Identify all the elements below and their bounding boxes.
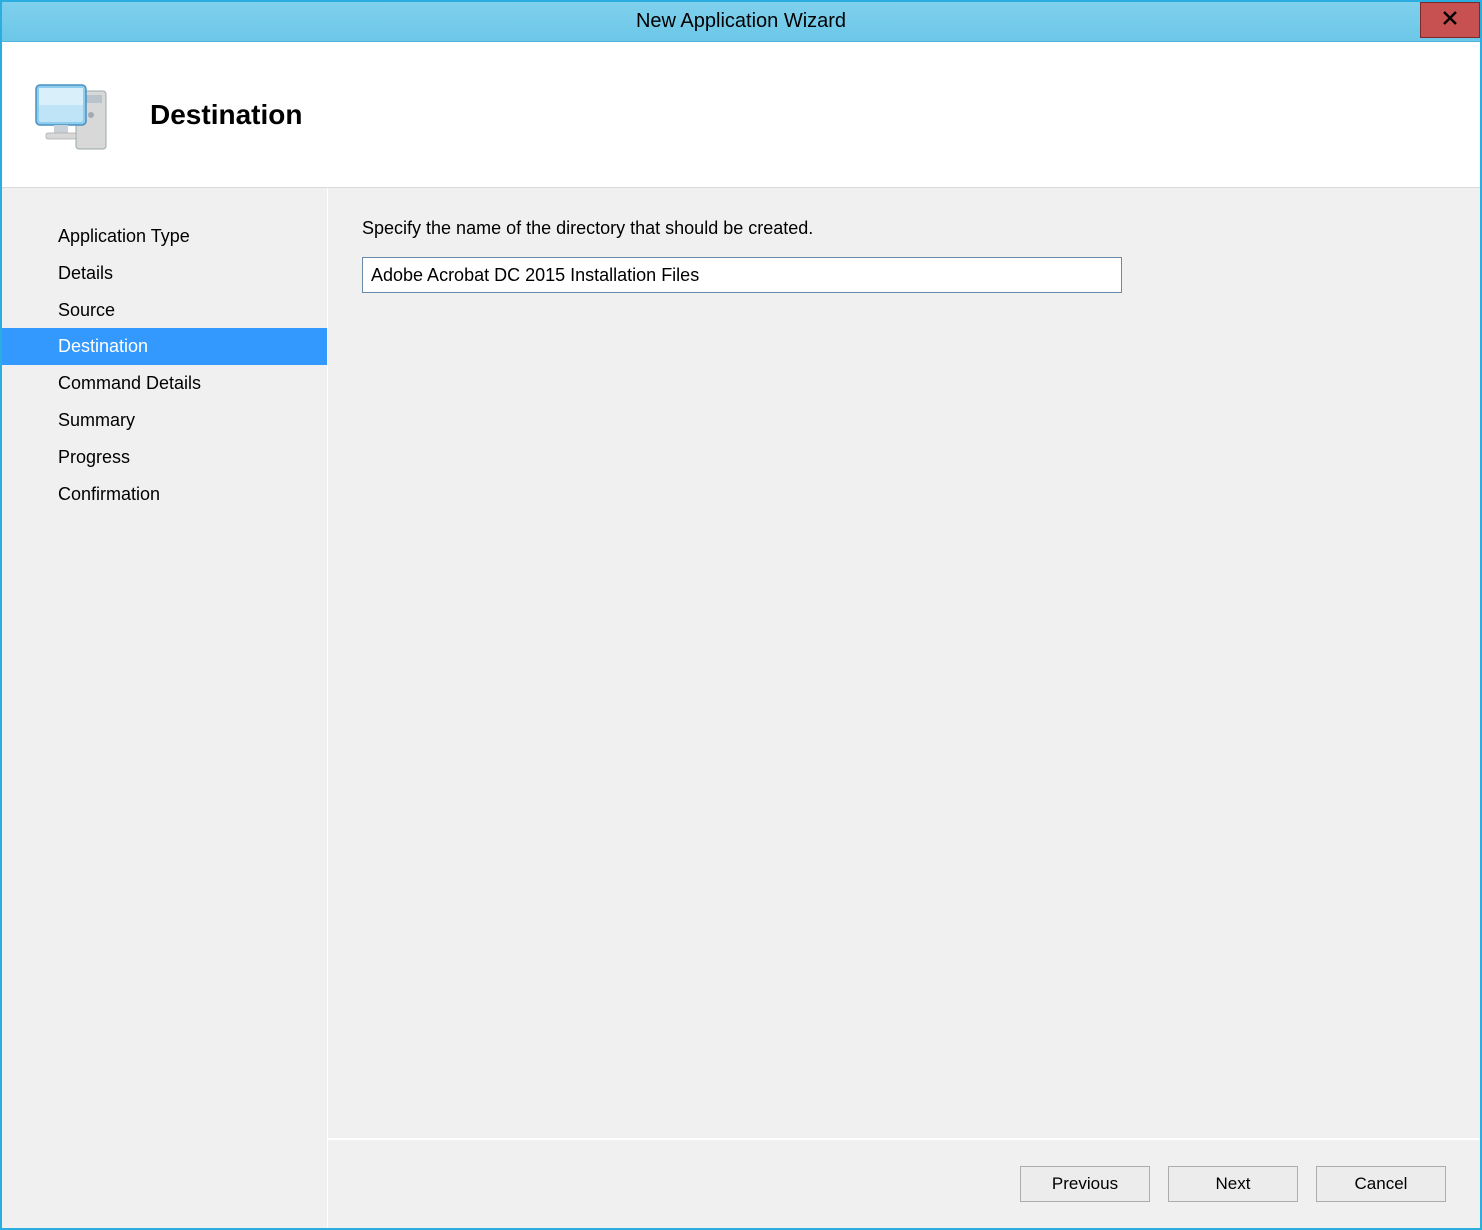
wizard-steps-sidebar: Application Type Details Source Destinat…: [2, 188, 328, 1228]
step-command-details[interactable]: Command Details: [2, 365, 327, 402]
wizard-window: New Application Wizard Destination Appli…: [0, 0, 1482, 1230]
next-button[interactable]: Next: [1168, 1166, 1298, 1202]
page-title: Destination: [150, 99, 302, 131]
step-destination[interactable]: Destination: [2, 328, 327, 365]
step-progress[interactable]: Progress: [2, 439, 327, 476]
step-application-type[interactable]: Application Type: [2, 218, 327, 255]
instruction-text: Specify the name of the directory that s…: [362, 218, 1446, 239]
previous-button[interactable]: Previous: [1020, 1166, 1150, 1202]
button-row: Previous Next Cancel: [328, 1140, 1480, 1228]
close-button[interactable]: [1420, 2, 1480, 38]
window-title: New Application Wizard: [636, 10, 846, 33]
step-confirmation[interactable]: Confirmation: [2, 476, 327, 513]
step-source[interactable]: Source: [2, 292, 327, 329]
main-panel: Specify the name of the directory that s…: [328, 188, 1480, 1228]
close-icon: [1443, 11, 1457, 30]
header-banner: Destination: [2, 42, 1480, 188]
directory-name-input[interactable]: [362, 257, 1122, 293]
step-summary[interactable]: Summary: [2, 402, 327, 439]
cancel-button[interactable]: Cancel: [1316, 1166, 1446, 1202]
computer-monitor-icon: [32, 71, 120, 159]
wizard-body: Application Type Details Source Destinat…: [2, 188, 1480, 1228]
content-area: Specify the name of the directory that s…: [328, 188, 1480, 1140]
titlebar: New Application Wizard: [2, 2, 1480, 42]
step-details[interactable]: Details: [2, 255, 327, 292]
